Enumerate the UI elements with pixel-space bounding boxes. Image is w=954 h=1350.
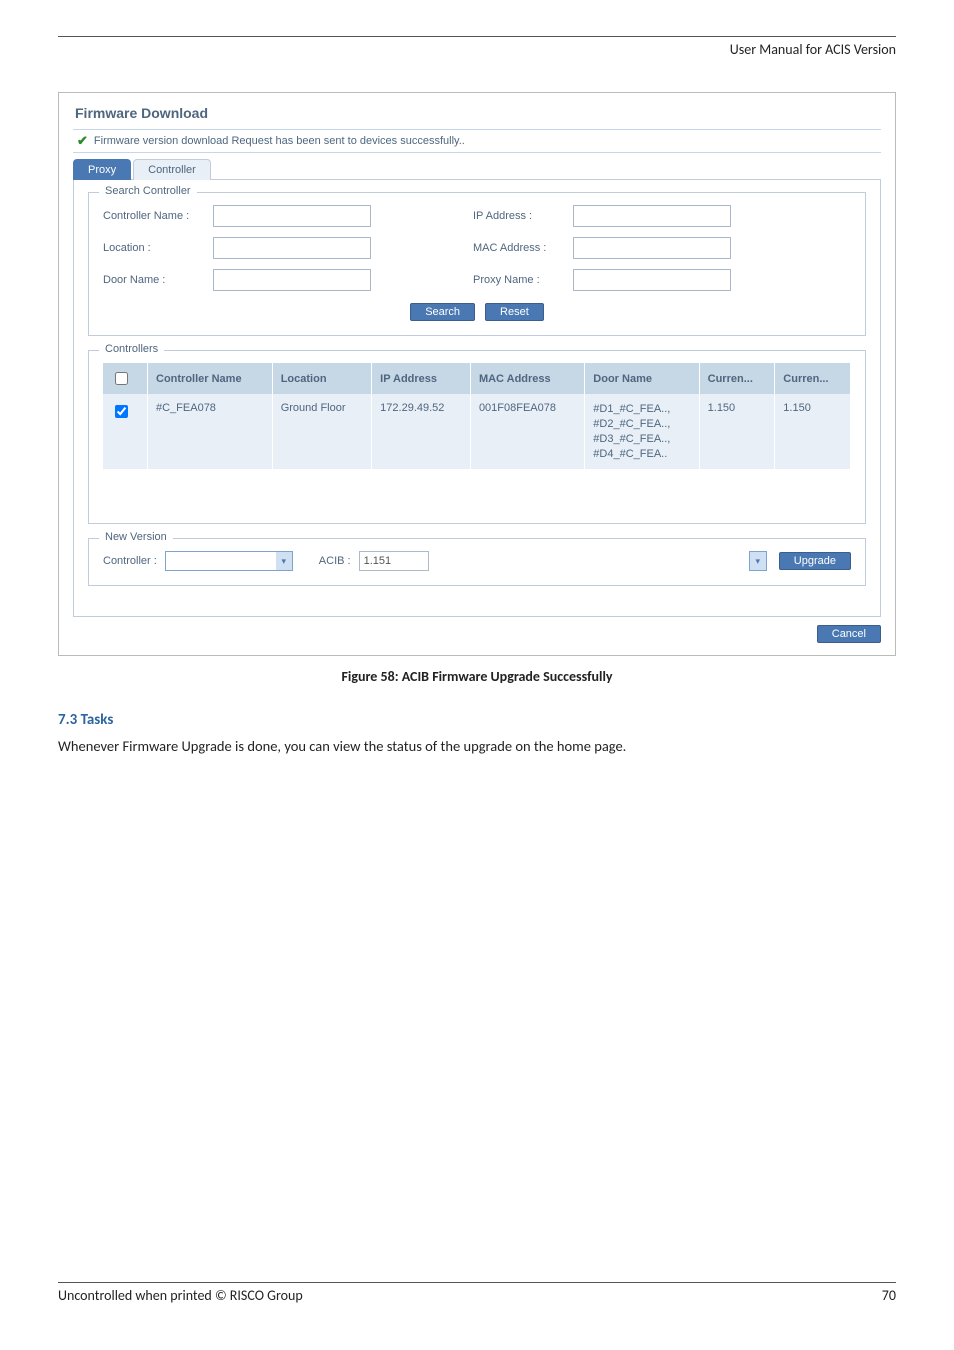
cell-mac: 001F08FEA078 [470, 394, 584, 469]
col-cur2[interactable]: Curren... [775, 363, 851, 394]
firmware-screenshot: Firmware Download ✔ Firmware version dow… [58, 92, 896, 656]
cancel-button[interactable]: Cancel [817, 625, 881, 643]
col-mac[interactable]: MAC Address [470, 363, 584, 394]
upgrade-button[interactable]: Upgrade [779, 552, 851, 570]
cell-ip: 172.29.49.52 [372, 394, 471, 469]
table-row[interactable]: #C_FEA078 Ground Floor 172.29.49.52 001F… [103, 394, 851, 469]
upgrade-dropdown[interactable]: ▾ [749, 551, 771, 571]
label-controller-name: Controller Name : [103, 210, 213, 222]
chevron-down-icon: ▾ [749, 551, 767, 571]
window-title: Firmware Download [75, 105, 881, 121]
new-version-row: Controller : ▾ ACIB : 1.151 ▾ Upgrade [103, 551, 851, 571]
alert-text: Firmware version download Request has be… [94, 135, 465, 147]
label-door-name: Door Name : [103, 274, 213, 286]
section-heading: 7.3 Tasks [58, 711, 896, 729]
ip-address-input[interactable] [573, 205, 731, 227]
search-form: Controller Name : IP Address : Location … [103, 205, 851, 291]
col-cur1[interactable]: Curren... [699, 363, 775, 394]
tab-bar: Proxy Controller [73, 159, 881, 180]
reset-button[interactable]: Reset [485, 303, 544, 321]
search-button[interactable]: Search [410, 303, 475, 321]
label-proxy-name: Proxy Name : [473, 274, 573, 286]
col-door[interactable]: Door Name [585, 363, 699, 394]
footer-left: Uncontrolled when printed © RISCO Group [58, 1287, 303, 1304]
cell-cur1: 1.150 [699, 394, 775, 469]
label-mac-address: MAC Address : [473, 242, 573, 254]
select-all-checkbox[interactable] [115, 372, 128, 385]
cell-location: Ground Floor [272, 394, 371, 469]
proxy-name-input[interactable] [573, 269, 731, 291]
tab-proxy[interactable]: Proxy [73, 159, 131, 180]
page-footer: Uncontrolled when printed © RISCO Group … [58, 1282, 896, 1304]
success-alert: ✔ Firmware version download Request has … [73, 129, 881, 153]
label-ip-address: IP Address : [473, 210, 573, 222]
col-location[interactable]: Location [272, 363, 371, 394]
search-button-row: Search Reset [103, 303, 851, 321]
tab-content: Search Controller Controller Name : IP A… [73, 179, 881, 617]
new-version-fieldset: New Version Controller : ▾ ACIB : 1.151 … [88, 538, 866, 586]
mac-address-input[interactable] [573, 237, 731, 259]
cell-cur2: 1.150 [775, 394, 851, 469]
search-controller-legend: Search Controller [99, 185, 197, 197]
chevron-down-icon: ▾ [276, 551, 293, 571]
check-icon: ✔ [77, 133, 88, 149]
controllers-legend: Controllers [99, 343, 164, 355]
figure-caption: Figure 58: ACIB Firmware Upgrade Success… [58, 668, 896, 685]
label-location: Location : [103, 242, 213, 254]
cancel-row: Cancel [73, 625, 881, 643]
controller-name-input[interactable] [213, 205, 371, 227]
col-controller-name[interactable]: Controller Name [148, 363, 273, 394]
controller-dropdown[interactable]: ▾ [165, 551, 293, 571]
acib-value[interactable]: 1.151 [359, 551, 429, 571]
label-nv-controller: Controller : [103, 555, 157, 567]
cell-name: #C_FEA078 [148, 394, 273, 469]
tab-controller[interactable]: Controller [133, 159, 211, 180]
location-input[interactable] [213, 237, 371, 259]
row-checkbox[interactable] [115, 405, 128, 418]
controllers-fieldset: Controllers Controller Name Location IP … [88, 350, 866, 524]
new-version-legend: New Version [99, 531, 173, 543]
cell-doors: #D1_#C_FEA.., #D2_#C_FEA.., #D3_#C_FEA..… [585, 394, 699, 469]
door-name-input[interactable] [213, 269, 371, 291]
search-controller-fieldset: Search Controller Controller Name : IP A… [88, 192, 866, 336]
controllers-table: Controller Name Location IP Address MAC … [103, 363, 851, 469]
header-rule [58, 36, 896, 37]
table-header-row: Controller Name Location IP Address MAC … [103, 363, 851, 394]
label-nv-acib: ACIB : [319, 555, 351, 567]
header-title: User Manual for ACIS Version [58, 41, 896, 58]
footer-right: 70 [882, 1287, 896, 1304]
section-body: Whenever Firmware Upgrade is done, you c… [58, 737, 896, 755]
col-ip[interactable]: IP Address [372, 363, 471, 394]
page: User Manual for ACIS Version Firmware Do… [0, 0, 954, 1350]
